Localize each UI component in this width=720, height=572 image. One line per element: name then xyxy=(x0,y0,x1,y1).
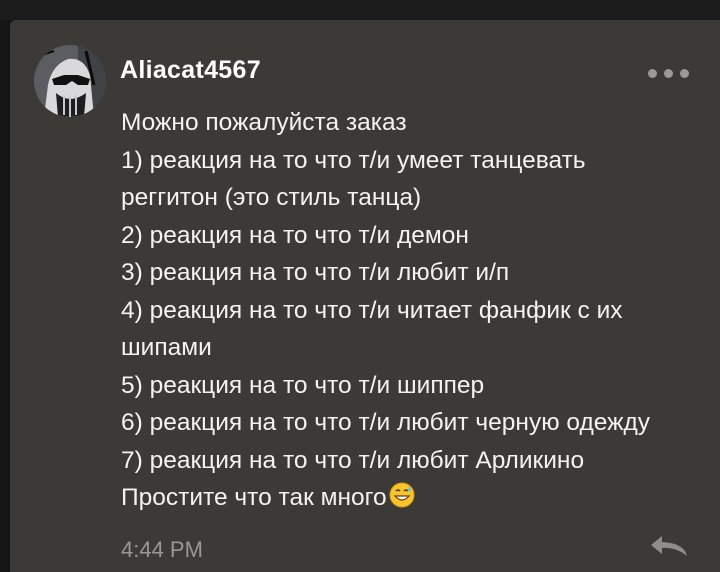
message-line: 2) реакция на то что т/и демон xyxy=(121,221,469,249)
reply-button[interactable] xyxy=(648,533,690,559)
more-horizontal-icon xyxy=(648,69,657,78)
more-dot xyxy=(680,69,689,78)
username[interactable]: Aliacat4567 xyxy=(120,56,261,85)
message-line: 1) реакция на то что т/и умеет танцевать xyxy=(121,146,586,174)
message-line: Можно пожалуйста заказ xyxy=(121,109,407,136)
message-line: 6) реакция на то что т/и любит черную од… xyxy=(121,409,651,436)
grinning-sweat-emoji-icon xyxy=(389,482,415,520)
message-line: 4) реакция на то что т/и читает фанфик с… xyxy=(121,296,623,324)
message-line: Простите что так много xyxy=(121,484,387,511)
avatar[interactable] xyxy=(34,45,106,117)
message-line: 5) реакция на то что т/и шиппер xyxy=(121,371,485,399)
more-dot xyxy=(664,69,673,78)
reply-arrow-icon xyxy=(651,536,687,556)
avatar-image xyxy=(34,45,106,117)
comment-card: Aliacat4567 Можно пожалуйста заказ 1) ре… xyxy=(10,20,720,572)
comment-text: Можно пожалуйста заказ 1) реакция на то … xyxy=(121,104,711,520)
message-last-line: Простите что так много xyxy=(121,479,711,520)
message-line: 7) реакция на то что т/и любит Арликино xyxy=(121,446,585,474)
message-line: шипами xyxy=(121,334,212,361)
message-line: реггитон (это стиль танца) xyxy=(121,184,422,211)
message-line: 3) реакция на то что т/и любит и/п xyxy=(121,259,510,286)
timestamp: 4:44 PM xyxy=(121,537,203,562)
more-options-button[interactable] xyxy=(648,67,690,79)
top-bar xyxy=(0,0,720,20)
